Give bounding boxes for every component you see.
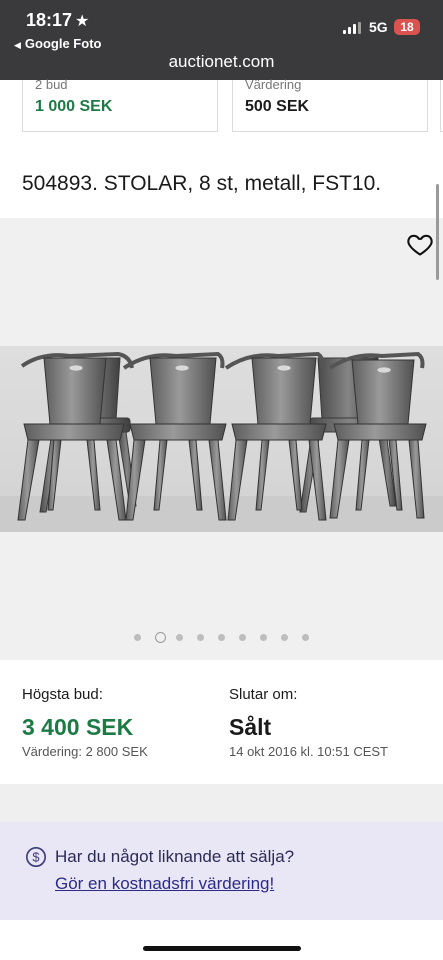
back-arrow-icon: ◀ — [14, 40, 21, 50]
gallery-dot[interactable] — [134, 634, 141, 641]
sold-status: Sålt — [229, 714, 272, 740]
item-title: 504893. STOLAR, 8 st, metall, FST10. — [22, 172, 382, 195]
gallery-dot[interactable] — [218, 634, 225, 641]
network-type: 5G — [369, 19, 388, 35]
battery-icon: 18 — [394, 19, 420, 35]
estimate-label: Värdering — [245, 77, 302, 92]
scrollbar[interactable] — [436, 184, 439, 280]
status-time: 18:17 ★ — [26, 10, 90, 30]
star-icon: ★ — [75, 13, 90, 30]
free-valuation-link[interactable]: Gör en kostnadsfri värdering! — [55, 874, 274, 894]
product-photo[interactable] — [0, 346, 443, 532]
chairs-image — [0, 351, 443, 532]
bid-info: Högsta bud: 3 400 SEK Värdering: 2 800 S… — [0, 660, 443, 784]
estimate-value: 500 SEK — [245, 98, 310, 115]
gallery-dot[interactable] — [281, 634, 288, 641]
signal-icon — [343, 22, 361, 34]
highest-bid-label: Högsta bud: — [22, 686, 103, 703]
heart-icon[interactable] — [406, 230, 434, 258]
gallery-dot[interactable] — [155, 632, 166, 643]
end-date: 14 okt 2016 kl. 10:51 CEST — [229, 744, 388, 759]
estimate-text: Värdering: 2 800 SEK — [22, 744, 148, 759]
bottom-area — [0, 920, 443, 960]
gallery-dot[interactable] — [176, 634, 183, 641]
bid-count-value: 1 000 SEK — [35, 98, 113, 115]
ends-label: Slutar om: — [229, 686, 298, 703]
sell-question: Har du något liknande att sälja? — [55, 847, 295, 866]
bid-count-card: 2 bud 1 000 SEK — [22, 77, 218, 132]
gallery-pagination[interactable] — [134, 632, 314, 644]
gallery-dot[interactable] — [239, 634, 246, 641]
back-to-app[interactable]: ◀ Google Foto — [14, 36, 101, 51]
dollar-circle-icon: $ — [26, 847, 46, 867]
sell-banner: $ Har du något liknande att sälja? Gör e… — [0, 822, 443, 920]
gallery-dot[interactable] — [197, 634, 204, 641]
highest-bid-value: 3 400 SEK — [22, 714, 134, 740]
bid-count-label: 2 bud — [35, 77, 68, 92]
svg-text:$: $ — [32, 850, 39, 865]
top-bar: 18:17 ★ ◀ Google Foto 5G 18 auctionet.com — [0, 0, 443, 80]
estimate-card: Värdering 500 SEK — [232, 77, 428, 132]
address-bar[interactable]: auctionet.com — [0, 52, 443, 72]
home-indicator[interactable] — [143, 946, 301, 951]
gallery-dot[interactable] — [302, 634, 309, 641]
image-gallery[interactable] — [0, 218, 443, 660]
gallery-dot[interactable] — [260, 634, 267, 641]
